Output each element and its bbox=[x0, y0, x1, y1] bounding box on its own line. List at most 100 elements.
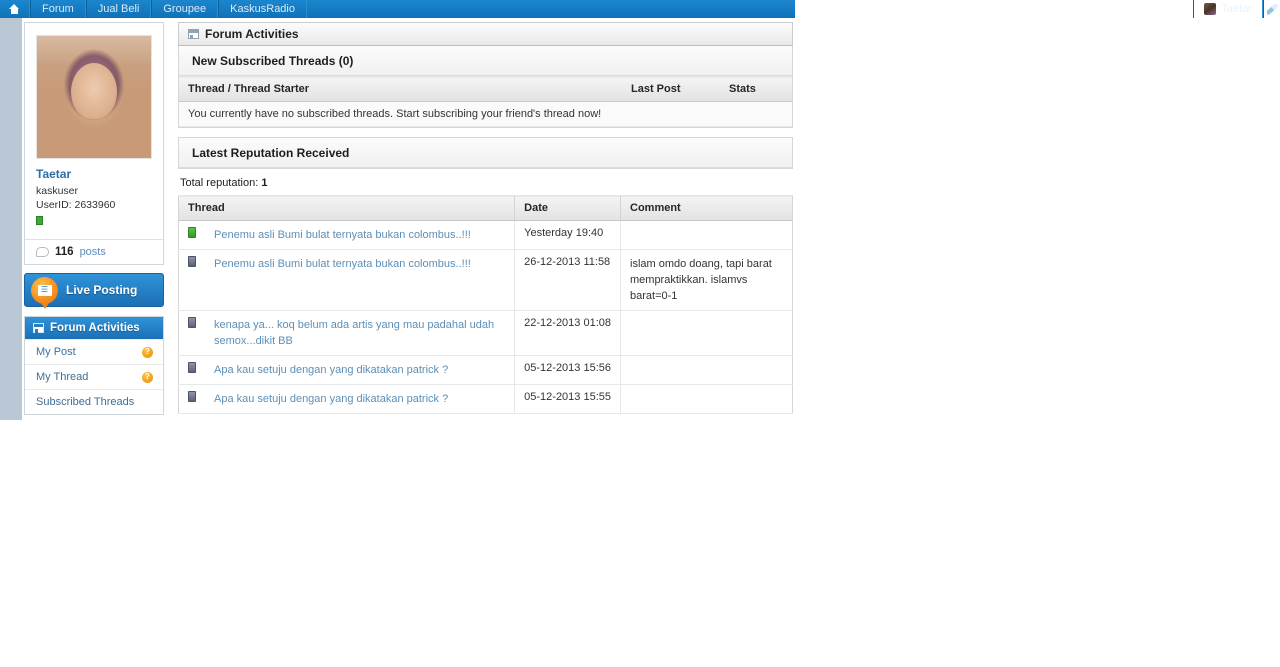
total-reputation-value: 1 bbox=[261, 177, 268, 189]
thread-link[interactable]: Apa kau setuju dengan yang dikatakan pat… bbox=[214, 391, 448, 407]
reputation-gray-icon bbox=[188, 391, 196, 402]
thread-cell: Apa kau setuju dengan yang dikatakan pat… bbox=[205, 355, 515, 385]
compose-button[interactable] bbox=[1263, 0, 1280, 18]
table-row: Apa kau setuju dengan yang dikatakan pat… bbox=[178, 384, 793, 414]
panel-icon bbox=[188, 29, 199, 39]
avatar[interactable] bbox=[36, 35, 152, 159]
section-spacer bbox=[178, 128, 793, 137]
nav-item-jual-beli[interactable]: Jual Beli bbox=[85, 0, 152, 18]
subscribed-threads-header: New Subscribed Threads (0) bbox=[179, 46, 792, 76]
panel-icon bbox=[33, 323, 44, 333]
subscribed-threads-table: Thread / Thread Starter Last Post Stats … bbox=[179, 76, 792, 127]
table-row: Penemu asli Bumi bulat ternyata bukan co… bbox=[178, 249, 793, 311]
table-row: Apa kau setuju dengan yang dikatakan pat… bbox=[178, 355, 793, 385]
forum-activities-menu-title: Forum Activities bbox=[50, 322, 140, 334]
posts-counter-row: 116 posts bbox=[25, 239, 163, 264]
column-header-date[interactable]: Date bbox=[514, 195, 621, 221]
forum-activities-menu-header[interactable]: Forum Activities bbox=[25, 317, 163, 339]
pencil-icon bbox=[1266, 3, 1278, 15]
nav-item-label: KaskusRadio bbox=[230, 3, 295, 15]
column-header-thread[interactable]: Thread bbox=[178, 195, 515, 221]
live-posting-icon: ☰ bbox=[31, 276, 58, 309]
help-icon[interactable]: ? bbox=[142, 371, 153, 383]
table-row: Penemu asli Bumi bulat ternyata bukan co… bbox=[178, 220, 793, 250]
main-content: Forum Activities New Subscribed Threads … bbox=[178, 22, 793, 414]
posts-count: 116 bbox=[55, 246, 74, 258]
nav-item-label: Jual Beli bbox=[97, 3, 140, 15]
nav-item-forum[interactable]: Forum bbox=[30, 0, 86, 18]
comment-cell bbox=[620, 220, 793, 250]
column-header-comment[interactable]: Comment bbox=[620, 195, 793, 221]
thread-cell: Penemu asli Bumi bulat ternyata bukan co… bbox=[205, 220, 515, 250]
reputation-icon-cell bbox=[178, 384, 205, 414]
online-status-icon bbox=[36, 216, 43, 225]
sidebar-item-my-thread[interactable]: My Thread ? bbox=[25, 364, 163, 389]
live-posting-icon-inner: ☰ bbox=[37, 284, 52, 296]
subscribed-threads-section: New Subscribed Threads (0) Thread / Thre… bbox=[178, 46, 793, 128]
nav-home-button[interactable] bbox=[0, 0, 30, 18]
comment-bubble-icon bbox=[36, 247, 49, 257]
reputation-icon-cell bbox=[178, 355, 205, 385]
live-posting-button[interactable]: ☰ Live Posting bbox=[24, 273, 164, 309]
empty-state-row: You currently have no subscribed threads… bbox=[179, 101, 792, 127]
date-cell: Yesterday 19:40 bbox=[514, 220, 621, 250]
browser-viewport: Forum Jual Beli Groupee KaskusRadio Taet… bbox=[0, 0, 1280, 667]
reputation-table-body: Penemu asli Bumi bulat ternyata bukan co… bbox=[178, 220, 793, 414]
nav-item-groupee[interactable]: Groupee bbox=[151, 0, 219, 18]
sidebar: Taetar kaskuser UserID: 2633960 116 post… bbox=[24, 22, 164, 415]
sidebar-item-my-post[interactable]: My Post ? bbox=[25, 339, 163, 364]
user-menu-label: Taetar bbox=[1221, 3, 1252, 15]
profile-info: Taetar kaskuser UserID: 2633960 bbox=[25, 167, 163, 239]
reputation-green-icon bbox=[188, 227, 196, 238]
thread-link[interactable]: kenapa ya... koq belum ada artis yang ma… bbox=[214, 317, 505, 349]
reputation-section: Latest Reputation Received bbox=[178, 137, 793, 169]
main-panel-header: Forum Activities bbox=[178, 22, 793, 46]
posts-label[interactable]: posts bbox=[80, 246, 106, 258]
thread-cell: kenapa ya... koq belum ada artis yang ma… bbox=[205, 310, 515, 356]
empty-state-message: You currently have no subscribed threads… bbox=[179, 101, 792, 127]
forum-activities-menu: Forum Activities My Post ? My Thread ? S… bbox=[24, 316, 164, 415]
reputation-icon-cell bbox=[178, 310, 205, 356]
user-avatar-icon bbox=[1204, 3, 1217, 15]
thread-cell: Apa kau setuju dengan yang dikatakan pat… bbox=[205, 384, 515, 414]
reputation-icon-cell bbox=[178, 220, 205, 250]
reputation-gray-icon bbox=[188, 362, 196, 373]
column-header-thread-starter[interactable]: Thread / Thread Starter bbox=[179, 76, 622, 102]
sidebar-item-label: My Post bbox=[36, 346, 76, 358]
sidebar-item-label: Subscribed Threads bbox=[36, 396, 135, 408]
profile-userid: UserID: 2633960 bbox=[36, 199, 116, 211]
nav-item-kaskusradio[interactable]: KaskusRadio bbox=[218, 0, 307, 18]
section-title: Latest Reputation Received bbox=[192, 145, 350, 160]
comment-cell bbox=[620, 355, 793, 385]
thread-link[interactable]: Penemu asli Bumi bulat ternyata bukan co… bbox=[214, 256, 471, 272]
date-cell: 26-12-2013 11:58 bbox=[514, 249, 621, 311]
sidebar-item-subscribed-threads[interactable]: Subscribed Threads bbox=[25, 389, 163, 414]
help-icon[interactable]: ? bbox=[142, 346, 153, 358]
column-header-last-post[interactable]: Last Post bbox=[622, 76, 720, 102]
reputation-gray-icon bbox=[188, 256, 196, 267]
table-header-row: Thread / Thread Starter Last Post Stats bbox=[179, 76, 792, 102]
profile-card: Taetar kaskuser UserID: 2633960 116 post… bbox=[24, 22, 164, 265]
reputation-table: Thread Date Comment Penemu asli Bumi bul… bbox=[178, 195, 793, 414]
profile-usergroup: kaskuser bbox=[36, 185, 79, 197]
section-title: New Subscribed Threads (0) bbox=[192, 53, 354, 68]
comment-cell bbox=[620, 384, 793, 414]
avatar-container bbox=[25, 23, 163, 167]
reputation-header: Latest Reputation Received bbox=[179, 138, 792, 168]
total-reputation: Total reputation: 1 bbox=[178, 169, 793, 195]
comment-cell bbox=[620, 310, 793, 356]
user-menu-button[interactable]: Taetar bbox=[1193, 0, 1263, 18]
thread-link[interactable]: Apa kau setuju dengan yang dikatakan pat… bbox=[214, 362, 448, 378]
total-reputation-label: Total reputation: bbox=[180, 177, 259, 189]
nav-item-label: Groupee bbox=[163, 3, 207, 15]
column-header-stats[interactable]: Stats bbox=[720, 76, 792, 102]
nav-item-label: Forum bbox=[42, 3, 74, 15]
thread-cell: Penemu asli Bumi bulat ternyata bukan co… bbox=[205, 249, 515, 311]
home-icon bbox=[9, 4, 20, 14]
top-navigation-bar: Forum Jual Beli Groupee KaskusRadio bbox=[0, 0, 795, 18]
thread-link[interactable]: Penemu asli Bumi bulat ternyata bukan co… bbox=[214, 227, 471, 243]
sidebar-item-label: My Thread bbox=[36, 371, 89, 383]
date-cell: 05-12-2013 15:56 bbox=[514, 355, 621, 385]
profile-username[interactable]: Taetar bbox=[36, 167, 152, 181]
top-navigation-right: Taetar bbox=[1193, 0, 1280, 18]
